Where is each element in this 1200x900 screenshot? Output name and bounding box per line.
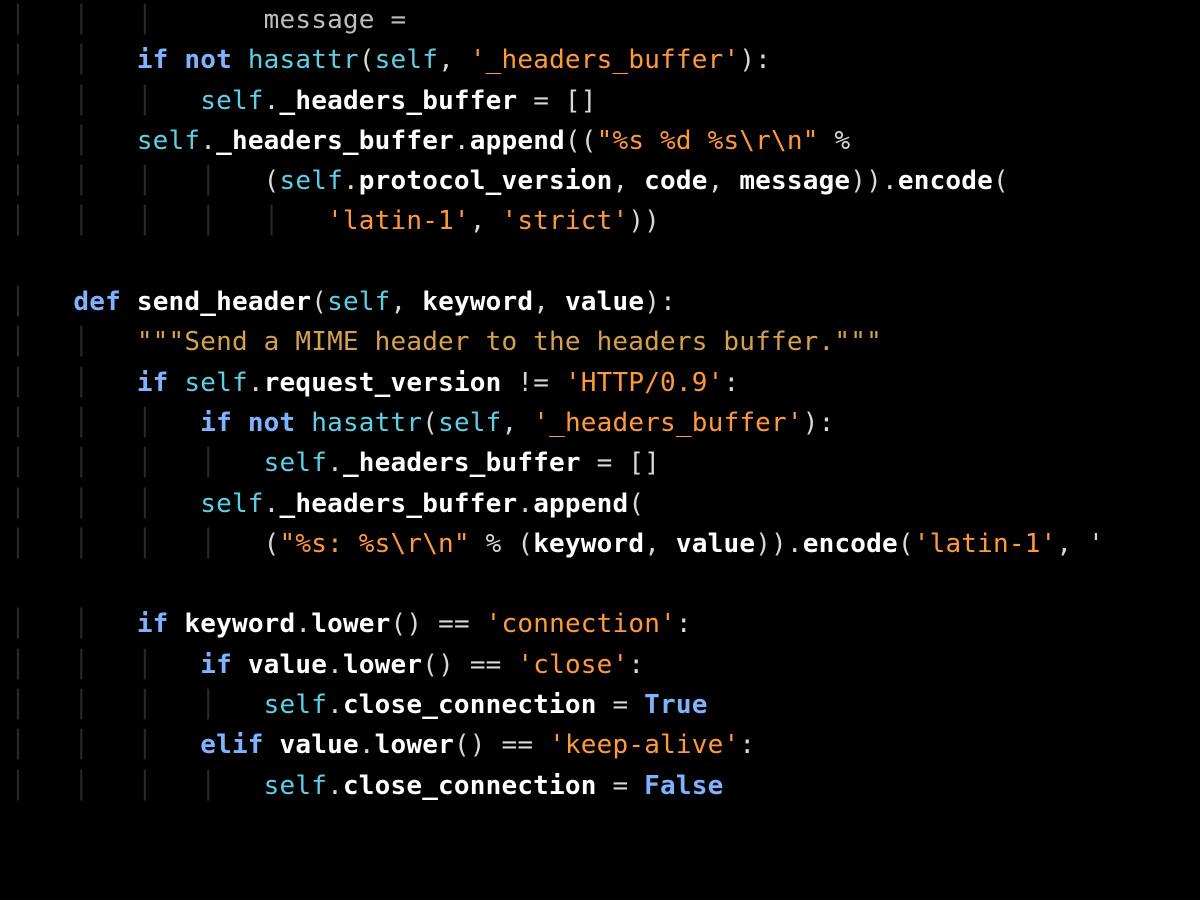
- string-literal: 'latin-1': [914, 529, 1057, 559]
- string-literal: 'connection': [486, 609, 676, 639]
- method: append: [533, 489, 628, 519]
- param: keyword: [422, 287, 533, 317]
- string-literal: 'strict': [501, 206, 628, 236]
- self-ref: self: [200, 86, 263, 116]
- keyword-if: if: [200, 650, 232, 680]
- self-ref: self: [200, 489, 263, 519]
- attr: close_connection: [343, 690, 597, 720]
- self-ref: self: [375, 45, 438, 75]
- attr: _headers_buffer: [216, 126, 454, 156]
- op-ne: !=: [517, 368, 549, 398]
- string-literal: '_headers_buffer': [470, 45, 740, 75]
- string-literal: 'HTTP/0.9': [565, 368, 724, 398]
- attr: close_connection: [343, 771, 597, 801]
- string-literal: 'keep-alive': [549, 730, 739, 760]
- code-editor[interactable]: │ │ │ message = │ │ if not hasattr(self,…: [0, 0, 1200, 806]
- partial-line: message =: [264, 5, 407, 35]
- keyword-not: not: [184, 45, 232, 75]
- method: append: [470, 126, 565, 156]
- string-literal: '_headers_buffer': [533, 408, 803, 438]
- bool-true: True: [644, 690, 707, 720]
- var: keyword: [533, 529, 644, 559]
- empty-list: []: [565, 86, 597, 116]
- method: lower: [311, 609, 390, 639]
- keyword-not: not: [248, 408, 296, 438]
- method: lower: [343, 650, 422, 680]
- attr: _headers_buffer: [343, 448, 581, 478]
- method: lower: [375, 730, 454, 760]
- var: value: [280, 730, 359, 760]
- attr: _headers_buffer: [280, 489, 518, 519]
- self-ref: self: [264, 448, 327, 478]
- self-ref: self: [137, 126, 200, 156]
- keyword-if: if: [200, 408, 232, 438]
- keyword-if: if: [137, 609, 169, 639]
- bool-false: False: [644, 771, 723, 801]
- method: encode: [898, 166, 993, 196]
- param: value: [565, 287, 644, 317]
- var: keyword: [184, 609, 295, 639]
- self-ref: self: [264, 771, 327, 801]
- self-ref: self: [184, 368, 247, 398]
- self-ref: self: [264, 690, 327, 720]
- self-ref: self: [327, 287, 390, 317]
- var: value: [676, 529, 755, 559]
- self-ref: self: [280, 166, 343, 196]
- var: code: [644, 166, 707, 196]
- var: value: [248, 650, 327, 680]
- builtin-hasattr: hasattr: [248, 45, 359, 75]
- method: encode: [803, 529, 898, 559]
- keyword-if: if: [137, 368, 169, 398]
- string-literal: 'close': [517, 650, 628, 680]
- attr: protocol_version: [359, 166, 613, 196]
- keyword-def: def: [73, 287, 121, 317]
- eq: =: [533, 86, 549, 116]
- format-string: "%s: %s\r\n": [280, 529, 470, 559]
- docstring: """Send a MIME header to the headers buf…: [137, 327, 882, 357]
- keyword-if: if: [137, 45, 169, 75]
- attr: _headers_buffer: [280, 86, 518, 116]
- func-name: send_header: [137, 287, 311, 317]
- attr: request_version: [264, 368, 502, 398]
- string-literal: 'latin-1': [327, 206, 470, 236]
- self-ref: self: [438, 408, 501, 438]
- var: message: [739, 166, 850, 196]
- keyword-elif: elif: [200, 730, 263, 760]
- format-string: "%s %d %s\r\n": [597, 126, 819, 156]
- builtin-hasattr: hasattr: [311, 408, 422, 438]
